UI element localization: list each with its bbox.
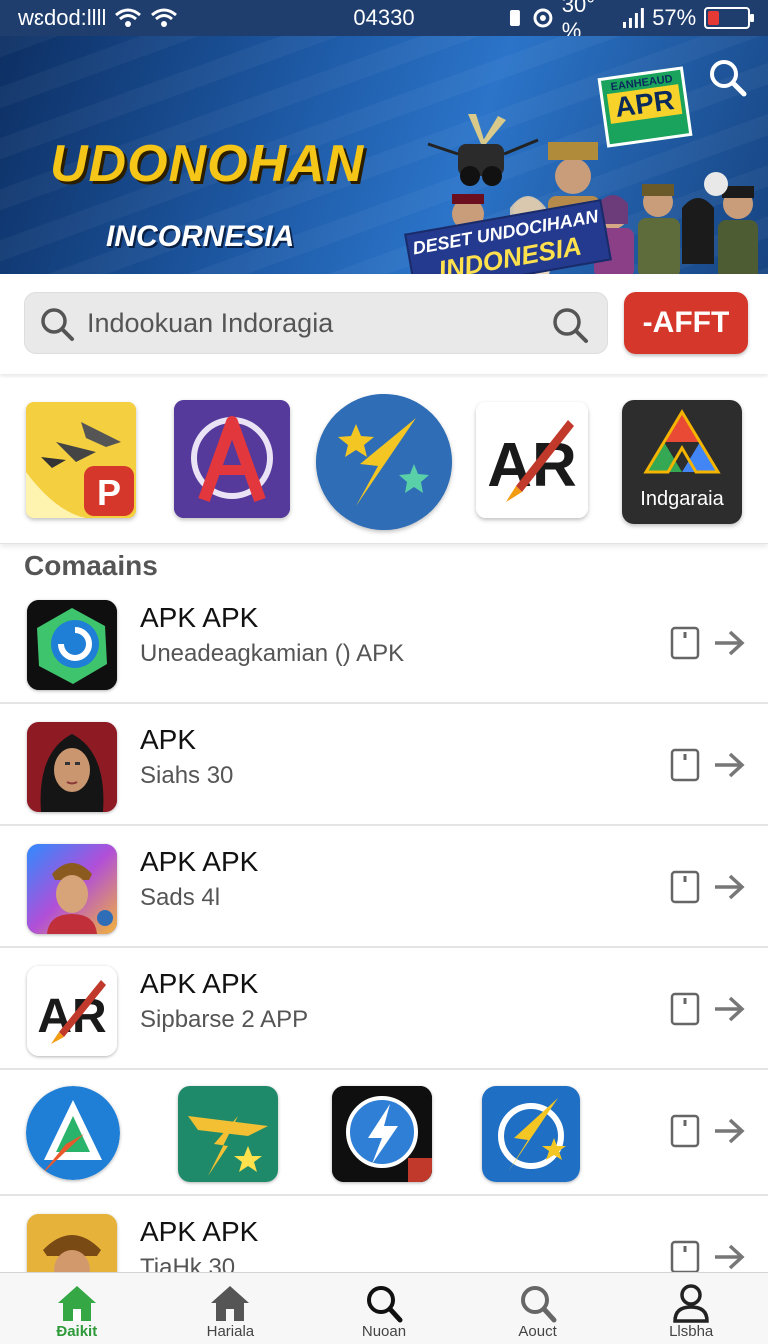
list-item[interactable]: AR APK APK Sipbarse 2 APP	[0, 948, 768, 1070]
signal-percent: 57%	[652, 5, 697, 30]
clock: 04330	[353, 5, 415, 30]
wifi-icon	[151, 8, 178, 27]
app-subtitle: Uneadeagkamian () APK	[140, 640, 405, 667]
arrow-right-icon[interactable]	[712, 1240, 746, 1274]
nav-item-search[interactable]: Nuoan	[307, 1273, 461, 1344]
phone-icon[interactable]	[670, 1240, 700, 1274]
nav-item-search-2[interactable]: Aouct	[461, 1273, 615, 1344]
nav-item-home[interactable]: Ɖaikit	[0, 1273, 154, 1344]
search-input[interactable]: Indookuan Indoragia	[24, 292, 608, 354]
list-item[interactable]: APK Siahs 30	[0, 704, 768, 826]
search-icon	[41, 308, 74, 341]
search-button[interactable]: -AFFT	[624, 292, 748, 354]
arrow-right-icon[interactable]	[712, 626, 746, 660]
arrow-right-icon[interactable]	[712, 748, 746, 782]
a-logo-app-icon[interactable]	[174, 400, 290, 518]
green-bubble-app-icon	[27, 600, 117, 690]
app-title: APK APK	[140, 1216, 259, 1247]
featured-apps-row: P AR Indgaraia	[0, 378, 768, 544]
bottom-navigation: Ɖaikit Hariala Nuoan Aouct Llsbha	[0, 1272, 768, 1344]
search-icon	[520, 1286, 557, 1323]
plane-green-app-icon[interactable]	[178, 1086, 278, 1182]
search-row: Indookuan Indoragia -AFFT	[0, 274, 768, 374]
star-bolt-app-icon[interactable]	[316, 394, 452, 530]
phone-icon[interactable]	[670, 748, 700, 782]
arrow-right-icon[interactable]	[712, 992, 746, 1026]
search-icon[interactable]	[706, 56, 750, 100]
battery-icon	[704, 7, 754, 29]
svg-text:P: P	[97, 472, 121, 513]
hero-banner[interactable]: UDONOHAN INCORNESIA ΕΑΝΗΕΑUD APR DESET U…	[0, 36, 768, 274]
list-item[interactable]: APK APK Sads 4l	[0, 826, 768, 948]
indgaraia-app-icon[interactable]: Indgaraia	[622, 400, 742, 524]
banner-badge: ΕΑΝΗΕΑUD APR	[597, 66, 693, 148]
section-title: Comaains	[24, 550, 158, 581]
home-icon	[211, 1286, 250, 1321]
nav-label: Aouct	[518, 1323, 557, 1340]
user-icon	[673, 1284, 709, 1323]
boy-portrait-app-icon	[27, 844, 117, 934]
search-icon[interactable]	[551, 306, 589, 344]
phone-icon[interactable]	[670, 626, 700, 660]
alarm-icon	[533, 8, 553, 28]
app-title: APK APK	[140, 846, 259, 877]
app-title: APK APK	[140, 968, 259, 999]
banner-title: UDONOHAN	[50, 135, 365, 193]
app-subtitle: Siahs 30	[140, 762, 234, 789]
nav-label: Llsbha	[669, 1323, 714, 1340]
phone-icon[interactable]	[670, 992, 700, 1026]
phone-icon[interactable]	[670, 870, 700, 904]
app-title: APK APK	[140, 602, 259, 633]
app-subtitle: Sipbarse 2 APP	[140, 1006, 309, 1033]
star-bolt-app-icon[interactable]	[482, 1086, 580, 1182]
app-subtitle: Sads 4l	[140, 884, 221, 911]
app-title: APK	[140, 724, 197, 755]
lightning-app-icon[interactable]	[332, 1086, 432, 1182]
svg-text:AR: AR	[487, 431, 577, 500]
woman-portrait-app-icon	[27, 722, 117, 812]
wifi-icon	[115, 8, 142, 27]
nav-label: Nuoan	[361, 1323, 407, 1340]
apr-rocket-app-icon: AR	[27, 966, 117, 1056]
list-item[interactable]	[0, 1070, 768, 1196]
phone-icon[interactable]	[670, 1114, 700, 1148]
list-item[interactable]: APK APK Uneadeagkamian () APK	[0, 582, 768, 704]
nav-label: Ɖaikit	[56, 1323, 98, 1340]
search-icon	[366, 1286, 403, 1323]
vibrate-icon	[509, 10, 520, 26]
indgaraia-label: Indgaraia	[640, 488, 724, 510]
home-icon	[57, 1286, 96, 1321]
arrow-right-icon[interactable]	[712, 1114, 746, 1148]
status-bar: wɛdod:llll 04330 30°% 57%	[0, 0, 768, 43]
nav-label: Hariala	[206, 1323, 255, 1340]
signal-icon	[623, 8, 645, 28]
apr-rocket-app-icon[interactable]: AR	[476, 402, 588, 518]
nav-item-profile[interactable]: Llsbha	[614, 1273, 768, 1344]
blue-arrow-app-icon[interactable]	[26, 1086, 120, 1180]
arrow-right-icon[interactable]	[712, 870, 746, 904]
carrier-text: wɛdod:llll	[18, 5, 107, 30]
nav-item-home-2[interactable]: Hariala	[154, 1273, 308, 1344]
search-placeholder: Indookuan Indoragia	[87, 308, 334, 338]
plane-app-icon[interactable]: P	[26, 402, 136, 518]
banner-subtitle: INCORNESIA	[106, 220, 295, 253]
